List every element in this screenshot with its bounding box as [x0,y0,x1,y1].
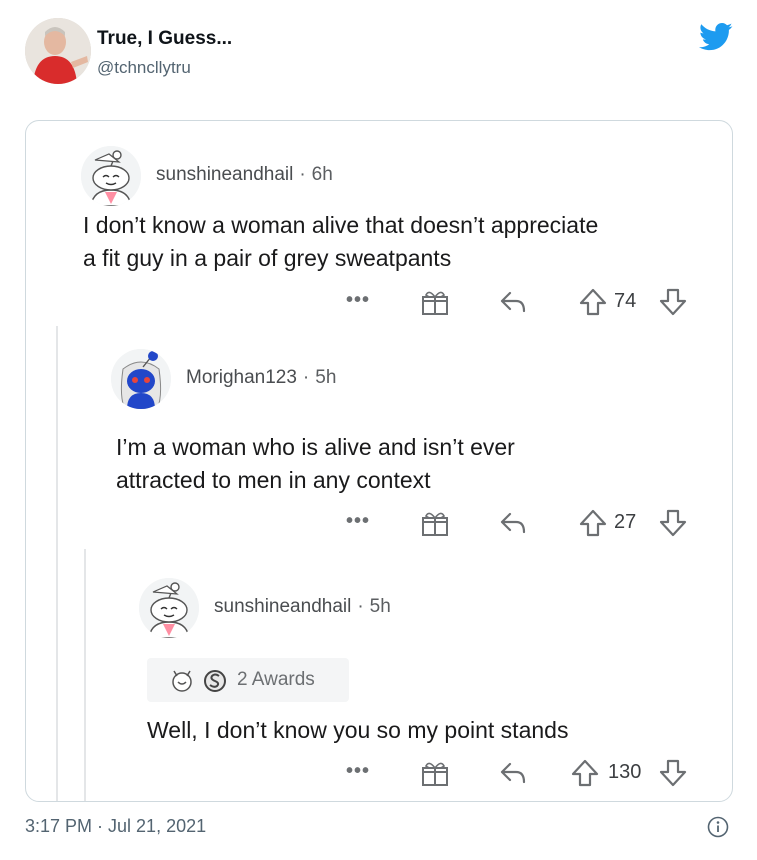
info-icon[interactable] [707,816,729,838]
comment-age: 6h [311,164,333,185]
comment-actions: ••• 74 [346,287,706,317]
author-display-name[interactable]: True, I Guess... [97,28,232,50]
downvote-icon[interactable] [658,287,688,317]
comment-username[interactable]: sunshineandhail [156,164,293,185]
author-avatar[interactable] [25,18,91,84]
comment-header: Morighan123 · 5h [111,349,531,409]
reply-icon[interactable] [498,287,528,317]
comment-actions: ••• 27 [346,508,706,538]
comment-line: Well, I don’t know you so my point stand… [147,717,569,743]
comment-username[interactable]: Morighan123 [186,367,297,388]
downvote-icon[interactable] [658,508,688,538]
comment-meta: sunshineandhail · 5h [214,596,391,617]
comment-score: 74 [614,290,637,312]
gift-icon[interactable] [420,287,450,317]
awards-count: 2 Awards [237,669,315,690]
comment-body: Well, I don’t know you so my point stand… [147,714,568,747]
thread-line [84,549,86,801]
reply-icon[interactable] [498,758,528,788]
comment-meta: sunshineandhail · 6h [156,164,333,185]
more-options-button[interactable]: ••• [346,760,370,783]
comment-line: a fit guy in a pair of grey sweatpants [83,245,452,271]
comment-meta: Morighan123 · 5h [186,367,337,388]
reply-icon[interactable] [498,508,528,538]
comment-header: sunshineandhail · 5h [139,578,559,638]
user-avatar[interactable] [81,146,141,206]
user-avatar[interactable] [111,349,171,409]
gift-icon[interactable] [420,758,450,788]
comment-age: 5h [369,596,391,617]
reddit-thread-image: sunshineandhail · 6h I don’t know a woman … [25,120,733,802]
comment-line: I don’t know a woman alive that doesn’t … [83,212,599,238]
tweet-timestamp[interactable]: 3:17 PM · Jul 21, 2021 [25,816,206,837]
comment-header: sunshineandhail · 6h [81,146,501,206]
upvote-icon[interactable] [578,287,608,317]
comment-username[interactable]: sunshineandhail [214,596,351,617]
upvote-icon[interactable] [578,508,608,538]
gift-icon[interactable] [420,508,450,538]
comment-line: attracted to men in any context [116,467,431,493]
comment-actions: ••• 130 [346,758,706,788]
twitter-bird-icon[interactable] [699,22,733,52]
awards-badge[interactable]: 2 Awards [147,658,349,702]
comment-age: 5h [315,367,337,388]
comment-score: 27 [614,511,637,533]
more-options-button[interactable]: ••• [346,289,370,312]
comment-body: I’m a woman who is alive and isn’t ever … [116,431,515,497]
author-handle[interactable]: @tchncllytru [97,58,191,78]
upvote-icon[interactable] [570,758,600,788]
award-icon [172,670,192,692]
more-options-button[interactable]: ••• [346,510,370,533]
thread-line [56,326,58,801]
comment-line: I’m a woman who is alive and isn’t ever [116,434,515,460]
downvote-icon[interactable] [658,758,688,788]
silver-award-icon [204,670,226,692]
comment-body: I don’t know a woman alive that doesn’t … [83,209,598,275]
comment-score: 130 [608,761,642,783]
user-avatar[interactable] [139,578,199,638]
tweet-header: True, I Guess... @tchncllytru [0,0,757,100]
